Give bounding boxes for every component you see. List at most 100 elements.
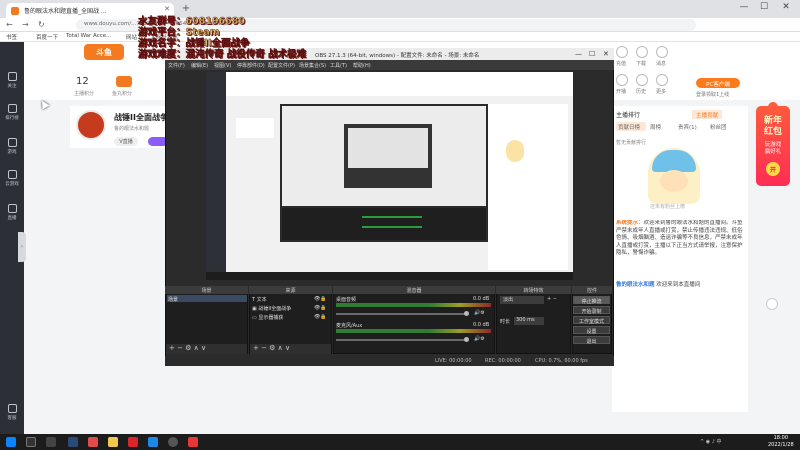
app-icon[interactable] xyxy=(188,437,198,447)
site-logo[interactable]: 斗鱼 xyxy=(84,44,124,60)
tab-daily[interactable]: 贡献日榜 xyxy=(618,123,640,131)
scenes-footer-buttons[interactable]: + − ⚙ ∧ ∨ xyxy=(166,344,247,354)
scroll-top-icon[interactable] xyxy=(766,298,778,310)
site-favicon-icon xyxy=(11,7,19,15)
streamer-avatar[interactable] xyxy=(76,110,106,140)
close-window-button[interactable]: ✕ xyxy=(778,2,794,16)
obs-maximize-button[interactable]: ☐ xyxy=(589,50,595,58)
new-tab-button[interactable]: + xyxy=(180,3,192,15)
settings-button[interactable]: 设置 xyxy=(573,326,610,335)
studio-mode-button[interactable]: 工作室模式 xyxy=(573,316,610,325)
clock-time: 18:00 xyxy=(773,435,789,441)
redpacket-sub2: 赢好礼 xyxy=(764,149,782,155)
nav-live[interactable]: 直播 xyxy=(0,204,24,221)
eye-lock-icons[interactable]: 👁🔒 xyxy=(314,296,327,302)
bookmark-item[interactable]: 书签 xyxy=(6,33,17,41)
taskview-icon[interactable] xyxy=(46,437,56,447)
maximize-button[interactable]: ☐ xyxy=(756,2,772,16)
pc-client-button[interactable]: PC客户端 xyxy=(696,78,740,88)
bookmark-item[interactable]: 网站 xyxy=(126,33,137,41)
rec-status: REC: 00:00:00 xyxy=(485,358,521,364)
obs-title: OBS 27.1.3 (64-bit, windows) - 配置文件: 未命名… xyxy=(315,53,480,59)
mascot-face xyxy=(660,170,688,192)
transition-select[interactable]: 淡出 xyxy=(500,296,544,304)
volume-slider[interactable] xyxy=(336,313,468,315)
mute-gear-icons[interactable]: 🔊⚙ xyxy=(474,336,485,342)
redpacket-sub1: 玩游戏 xyxy=(764,142,782,148)
steam-icon[interactable] xyxy=(68,437,78,447)
bookmark-item[interactable]: 百度一下 xyxy=(36,33,58,41)
message-icon[interactable] xyxy=(656,46,668,58)
chat-user[interactable]: 鲁的眼法水和题 xyxy=(616,282,655,288)
menu-view[interactable]: 视图(V) xyxy=(214,62,231,69)
app-icon[interactable] xyxy=(128,437,138,447)
obs-close-button[interactable]: ✕ xyxy=(603,50,609,58)
menu-file[interactable]: 文件(F) xyxy=(168,62,185,69)
red-packet-banner[interactable]: 新年 红包 玩游戏 赢好礼 开 xyxy=(756,106,790,186)
eye-lock-icons[interactable]: 👁🔒 xyxy=(314,305,327,311)
chat-label: 系统提示： xyxy=(616,220,644,226)
duration-input[interactable]: 300 ms xyxy=(514,317,544,325)
nav-support[interactable]: 客服 xyxy=(0,404,24,421)
menu-docks[interactable]: 停靠部件(D) xyxy=(237,62,265,69)
tab-close-icon[interactable]: ✕ xyxy=(164,5,170,13)
eye-lock-icons[interactable]: 👁🔒 xyxy=(314,314,327,320)
volume-slider[interactable] xyxy=(336,339,468,341)
search-icon[interactable] xyxy=(26,437,36,447)
menu-help[interactable]: 帮助(H) xyxy=(353,62,371,69)
reload-icon[interactable]: ↻ xyxy=(38,20,45,29)
menu-edit[interactable]: 编辑(E) xyxy=(191,62,208,69)
mascot-caption: 还未有粉丝上榜 xyxy=(650,204,686,210)
app-icon[interactable] xyxy=(88,437,98,447)
taskbar-clock[interactable]: 18:00 2022/1/28 xyxy=(768,435,794,449)
streamer-name[interactable]: 鲁的眼法水和题 xyxy=(114,125,149,132)
obs-icon[interactable] xyxy=(168,437,178,447)
source-item[interactable]: ▭ 显示器捕获 xyxy=(252,314,283,321)
recharge-icon[interactable] xyxy=(616,46,628,58)
gift-icon[interactable] xyxy=(116,76,132,87)
start-recording-button[interactable]: 开始录制 xyxy=(573,306,610,315)
scene-item-selected[interactable] xyxy=(167,295,247,302)
menu-tools[interactable]: 工具(T) xyxy=(330,62,347,69)
browser-icon[interactable] xyxy=(148,437,158,447)
back-icon[interactable]: ← xyxy=(6,20,13,29)
mixer-track-name: 麦克风/Aux xyxy=(336,323,363,329)
nav-rank[interactable]: 排行榜 xyxy=(0,104,24,121)
volume-knob[interactable] xyxy=(464,337,469,342)
scene-item[interactable]: 场景 xyxy=(168,296,178,303)
system-tray[interactable]: ^ ◉ ♪ 中 xyxy=(700,438,722,445)
notification-dot-icon[interactable] xyxy=(768,102,778,112)
sources-footer-buttons[interactable]: + − ⚙ ∧ ∨ xyxy=(250,344,331,354)
preview-nested-obs-deeper xyxy=(348,128,428,168)
folder-icon[interactable] xyxy=(108,437,118,447)
nav-cloud-games[interactable]: 云游戏 xyxy=(0,170,24,187)
volume-knob[interactable] xyxy=(464,311,469,316)
start-icon[interactable] xyxy=(6,437,16,447)
tab-fanclub[interactable]: 粉丝团 xyxy=(710,123,727,131)
menu-profile[interactable]: 配置文件(P) xyxy=(268,62,295,69)
transition-add-remove[interactable]: + − xyxy=(547,296,557,302)
mixer-track-db: 0.0 dB xyxy=(473,296,490,302)
source-item[interactable]: ▣ 战锤II全面战争 xyxy=(252,305,291,312)
exit-button[interactable]: 退出 xyxy=(573,336,610,345)
history-icon[interactable] xyxy=(636,74,648,86)
more-icon[interactable] xyxy=(656,74,668,86)
stop-streaming-button[interactable]: 停止推流 xyxy=(573,296,610,305)
minimize-button[interactable]: — xyxy=(736,2,752,16)
download-icon[interactable] xyxy=(636,46,648,58)
tab-vip[interactable]: 贵宾(1) xyxy=(678,123,697,131)
source-item[interactable]: T 文本 xyxy=(252,296,267,303)
mute-gear-icons[interactable]: 🔊⚙ xyxy=(474,310,485,316)
nav-follow[interactable]: 关注 xyxy=(0,72,24,89)
source-label: 文本 xyxy=(256,297,267,303)
tab-weekly[interactable]: 周榜 xyxy=(650,123,661,131)
broadcast-icon[interactable] xyxy=(616,74,628,86)
nav-games[interactable]: 游戏 xyxy=(0,138,24,155)
menu-scene-collection[interactable]: 场景集合(S) xyxy=(299,62,326,69)
panel-heading-tab[interactable]: 主播贡献 xyxy=(692,110,722,119)
forward-icon[interactable]: → xyxy=(22,20,29,29)
bookmark-item[interactable]: Total War Acce... xyxy=(66,33,111,39)
obs-minimize-button[interactable]: — xyxy=(575,50,582,58)
redpacket-open-button[interactable]: 开 xyxy=(766,162,780,176)
sidebar-collapse-handle[interactable]: › xyxy=(18,232,26,262)
